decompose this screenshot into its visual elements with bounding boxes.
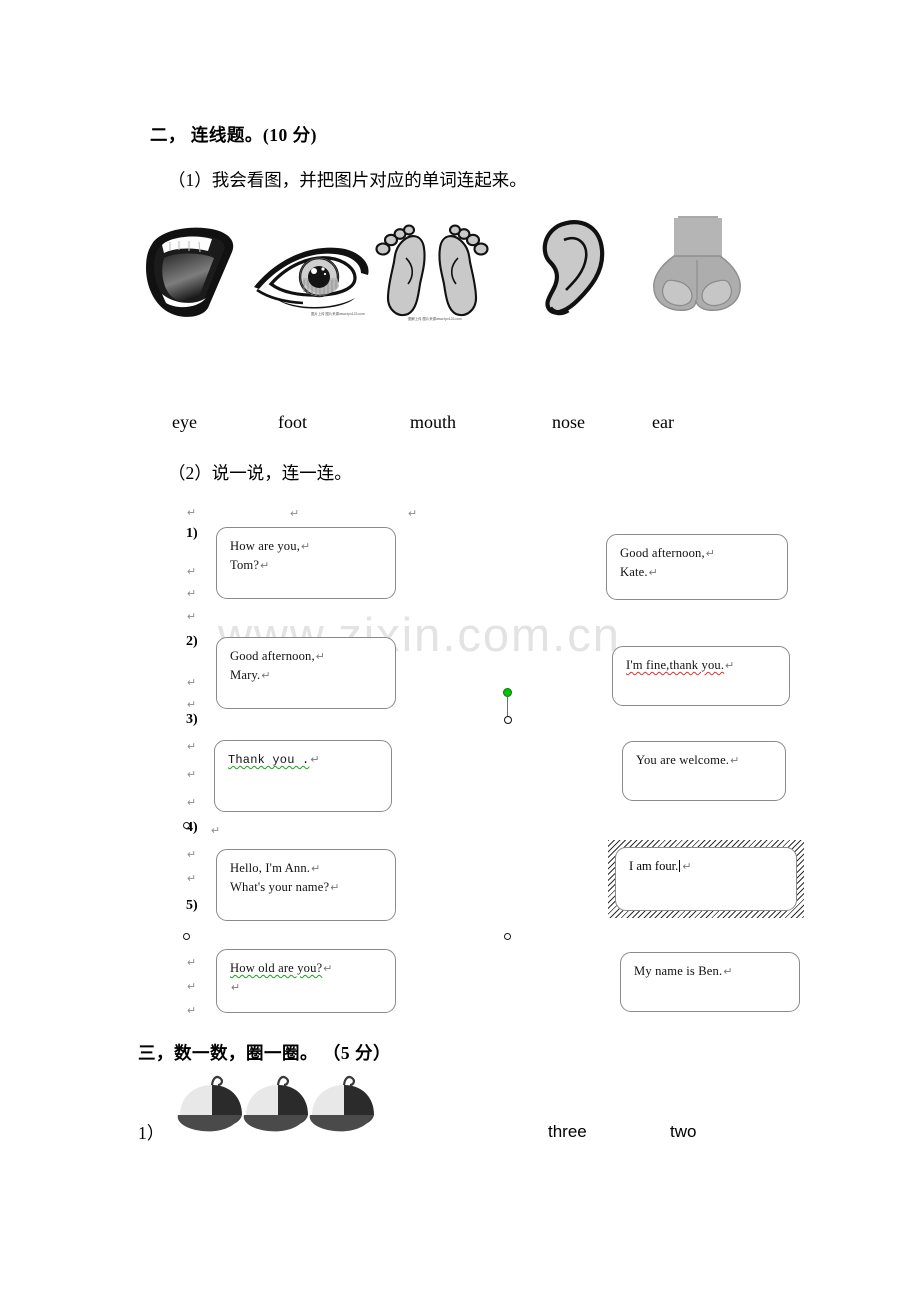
right-bubble-5[interactable]: My name is Ben.↵: [620, 952, 800, 1012]
rotation-knob[interactable]: [503, 688, 512, 697]
paragraph-mark: ↵: [187, 1005, 197, 1017]
matching-exercise: ↵ ↵ ↵ ↵ ↵ ↵ ↵ ↵ ↵ ↵ ↵ ↵ ↵ ↵ ↵ ↵ ↵ 1) 2) …: [0, 0, 920, 1302]
left-bubble-4-line-1: Hello, I'm Ann.: [230, 861, 311, 875]
right-bubble-2[interactable]: I'm fine,thank you.↵: [612, 646, 790, 706]
left-bubble-5[interactable]: How old are you?↵ ↵: [216, 949, 396, 1013]
paragraph-mark: ↵: [323, 963, 333, 975]
section-three-item-1-number: 1）: [138, 1123, 165, 1143]
right-bubble-3-line-1: You are welcome.: [636, 753, 730, 767]
rotation-base-handle[interactable]: [503, 716, 512, 724]
left-bubble-3-line-1: Thank you .: [228, 753, 310, 767]
right-bubble-4-selection-frame[interactable]: I am four. ↵: [608, 840, 804, 918]
paragraph-mark: ↵: [187, 741, 197, 753]
paragraph-mark: ↵: [408, 508, 418, 520]
left-bubble-2-line-2: Mary.: [230, 668, 261, 683]
paragraph-mark: ↵: [211, 825, 221, 837]
paragraph-mark: ↵: [260, 560, 270, 573]
right-bubble-1-line-2: Kate.: [620, 565, 648, 580]
right-bubble-3[interactable]: You are welcome.↵: [622, 741, 786, 801]
choice-three[interactable]: three: [548, 1122, 587, 1142]
paragraph-mark: ↵: [301, 541, 311, 553]
connector-handle[interactable]: [504, 933, 511, 940]
right-bubble-4[interactable]: I am four. ↵: [615, 847, 797, 911]
item-number-3: 3): [186, 712, 198, 727]
paragraph-mark: ↵: [725, 660, 735, 672]
worksheet-page: www.zixin.com.cn 二， 连线题。(10 分) （1）我会看图，并…: [0, 0, 920, 1302]
paragraph-mark: ↵: [187, 957, 197, 969]
paragraph-mark: ↵: [311, 863, 321, 875]
paragraph-mark: ↵: [261, 670, 271, 683]
connector-handle[interactable]: [183, 822, 190, 829]
paragraph-mark: ↵: [290, 508, 300, 520]
left-bubble-1-line-1: How are you,: [230, 539, 300, 553]
left-bubble-3[interactable]: Thank you .↵: [214, 740, 392, 812]
paragraph-mark: ↵: [187, 699, 197, 711]
paragraph-mark: ↵: [330, 882, 340, 895]
right-bubble-1-line-1: Good afternoon,: [620, 546, 705, 560]
paragraph-mark: ↵: [187, 849, 197, 861]
paragraph-mark: ↵: [315, 651, 326, 663]
paragraph-mark: ↵: [187, 588, 197, 600]
paragraph-mark: ↵: [648, 567, 659, 580]
section-three-heading: 三，数一数，圈一圈。 （5 分）: [138, 1043, 391, 1063]
item-number-2: 2): [186, 634, 198, 649]
item-number-1: 1): [186, 526, 198, 541]
paragraph-mark: ↵: [187, 797, 197, 809]
baseball-cap-group: [172, 1075, 374, 1138]
left-bubble-1[interactable]: How are you,↵ Tom?↵: [216, 527, 396, 599]
right-bubble-2-line-1: I'm fine,thank you.: [626, 658, 725, 672]
right-bubble-5-line-1: My name is Ben.: [634, 964, 723, 978]
connector-handle[interactable]: [183, 933, 190, 940]
paragraph-mark: ↵: [723, 966, 733, 978]
paragraph-mark: ↵: [187, 873, 197, 885]
left-bubble-5-line-1: How old are you?: [230, 961, 323, 975]
right-bubble-4-line-1: I am four.: [629, 859, 679, 873]
paragraph-mark: ↵: [705, 548, 716, 560]
left-bubble-4-line-2: What's your name?: [230, 880, 330, 895]
paragraph-mark: ↵: [187, 611, 197, 623]
paragraph-mark: ↵: [187, 566, 197, 578]
paragraph-mark: ↵: [187, 507, 197, 519]
rotation-stem: [507, 697, 509, 717]
baseball-cap: [304, 1071, 386, 1138]
right-bubble-1[interactable]: Good afternoon,↵ Kate.↵: [606, 534, 788, 600]
left-bubble-2[interactable]: Good afternoon,↵ Mary.↵: [216, 637, 396, 709]
paragraph-mark: ↵: [187, 769, 197, 781]
paragraph-mark: ↵: [310, 754, 320, 766]
paragraph-mark: ↵: [187, 981, 197, 993]
left-bubble-1-line-2: Tom?: [230, 558, 260, 573]
choice-two[interactable]: two: [670, 1122, 696, 1142]
left-bubble-2-line-1: Good afternoon,: [230, 649, 315, 663]
paragraph-mark: ↵: [682, 861, 692, 873]
paragraph-mark: ↵: [231, 982, 241, 995]
paragraph-mark: ↵: [187, 677, 197, 689]
item-number-5: 5): [186, 898, 198, 913]
paragraph-mark: ↵: [730, 755, 740, 767]
left-bubble-4[interactable]: Hello, I'm Ann.↵ What's your name?↵: [216, 849, 396, 921]
